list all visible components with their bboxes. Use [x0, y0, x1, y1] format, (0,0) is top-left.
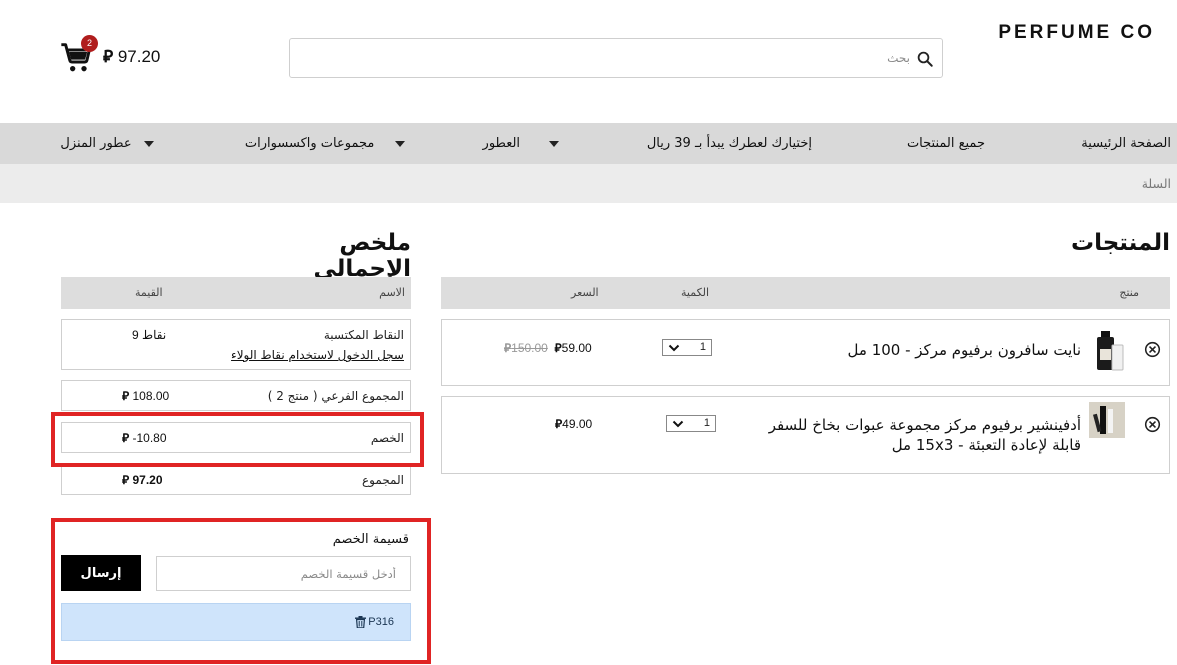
- summary-row-subtotal: المجموع الفرعي ( منتج 2 ) ⃁ 108.00: [61, 380, 411, 411]
- summary-table-header: الاسم القيمة: [61, 277, 411, 309]
- breadcrumb-current: السلة: [1141, 176, 1171, 191]
- nav-item-home[interactable]: الصفحة الرئيسية: [1081, 123, 1171, 164]
- price-value: 59.00: [561, 341, 592, 355]
- old-price: ⃁150.00: [504, 341, 548, 355]
- chevron-down-icon: [395, 140, 405, 147]
- column-price: السعر: [571, 286, 599, 299]
- nav-item-label: العطور: [482, 136, 521, 151]
- cart[interactable]: 2 ⃁ 97.20: [60, 35, 200, 78]
- search-icon[interactable]: [916, 50, 934, 68]
- total-amount: 97.20: [132, 473, 163, 487]
- riyal-symbol: ⃁: [122, 473, 130, 487]
- product-price: ⃁49.00: [555, 417, 592, 432]
- products-title: المنتجات: [1070, 230, 1170, 256]
- column-product: منتج: [1119, 286, 1139, 299]
- coupon-highlight-box: [51, 518, 431, 664]
- breadcrumb: السلة: [0, 164, 1177, 203]
- brand-logo[interactable]: PERFUME CO: [985, 22, 1155, 44]
- cart-total: ⃁ 97.20: [103, 45, 160, 67]
- main-nav: الصفحة الرئيسية جميع المنتجات إختيارك لع…: [0, 123, 1177, 164]
- quantity-value: 1: [699, 341, 706, 353]
- nav-item-offer[interactable]: إختيارك لعطرك يبدأ بـ 39 ريال: [647, 123, 812, 164]
- nav-item-sets-accessories[interactable]: مجموعات واكسسوارات: [245, 123, 405, 164]
- quantity-select[interactable]: 1: [666, 415, 716, 432]
- remove-circle-icon[interactable]: [1144, 416, 1161, 433]
- price-value: 49.00: [562, 417, 593, 431]
- product-image[interactable]: [1089, 402, 1125, 438]
- subtotal-amount: 108.00: [132, 389, 170, 403]
- column-quantity: الكمية: [681, 286, 710, 299]
- summary-title: ملخص الإجمالي: [313, 230, 411, 282]
- nav-item-perfumes[interactable]: العطور: [483, 123, 559, 164]
- cart-total-value: 97.20: [117, 47, 161, 66]
- search-bar[interactable]: [289, 38, 943, 78]
- remove-circle-icon[interactable]: [1144, 341, 1161, 358]
- chevron-down-icon: [668, 344, 680, 352]
- nav-item-label: عطور المنزل: [60, 136, 132, 151]
- chevron-down-icon: [144, 140, 154, 147]
- nav-item-home-fragrances[interactable]: عطور المنزل: [60, 123, 154, 164]
- product-image[interactable]: [1087, 330, 1125, 374]
- product-name[interactable]: أدفينشير برفيوم مركز مجموعة عبوات بخاخ ل…: [741, 415, 1081, 455]
- quantity-value: 1: [703, 417, 710, 429]
- subtotal-label: المجموع الفرعي ( منتج 2 ): [267, 389, 404, 403]
- cart-count-badge: 2: [81, 35, 98, 52]
- riyal-symbol: ⃁: [103, 47, 114, 67]
- product-name[interactable]: نايت سافرون برفيوم مركز - 100 مل: [821, 340, 1081, 360]
- chevron-down-icon: [672, 420, 684, 428]
- nav-item-label: مجموعات واكسسوارات: [244, 136, 375, 151]
- table-row: أدفينشير برفيوم مركز مجموعة عبوات بخاخ ل…: [441, 396, 1170, 474]
- table-row: نايت سافرون برفيوم مركز - 100 مل 1 ⃁150.…: [441, 319, 1170, 386]
- column-name: الاسم: [379, 286, 405, 299]
- summary-row-total: المجموع ⃁ 97.20: [61, 464, 411, 495]
- login-loyalty-link[interactable]: سجل الدخول لاستخدام نقاط الولاء: [231, 348, 404, 362]
- riyal-symbol: ⃁: [554, 341, 562, 355]
- quantity-select[interactable]: 1: [662, 339, 712, 356]
- search-input[interactable]: [310, 39, 910, 77]
- subtotal-value: ⃁ 108.00: [122, 389, 169, 404]
- points-label: النقاط المكتسبة: [323, 328, 404, 342]
- points-value: 9 نقاط: [132, 328, 167, 342]
- products-table-header: منتج الكمية السعر: [441, 277, 1170, 309]
- nav-item-label: إختيارك لعطرك يبدأ بـ 39 ريال: [646, 136, 812, 151]
- discount-highlight-box: [51, 412, 424, 467]
- summary-row-points: النقاط المكتسبة 9 نقاط سجل الدخول لاستخد…: [61, 319, 411, 370]
- nav-item-label: الصفحة الرئيسية: [1081, 136, 1171, 151]
- nav-item-label: جميع المنتجات: [906, 136, 985, 151]
- nav-item-all-products[interactable]: جميع المنتجات: [907, 123, 985, 164]
- total-label: المجموع: [362, 473, 404, 487]
- column-value: القيمة: [135, 286, 163, 299]
- riyal-symbol: ⃁: [122, 389, 130, 403]
- old-price-value: 150.00: [511, 341, 548, 355]
- product-price: ⃁150.00 ⃁59.00: [504, 341, 592, 356]
- total-value: ⃁ 97.20: [122, 473, 163, 488]
- chevron-down-icon: [549, 140, 559, 147]
